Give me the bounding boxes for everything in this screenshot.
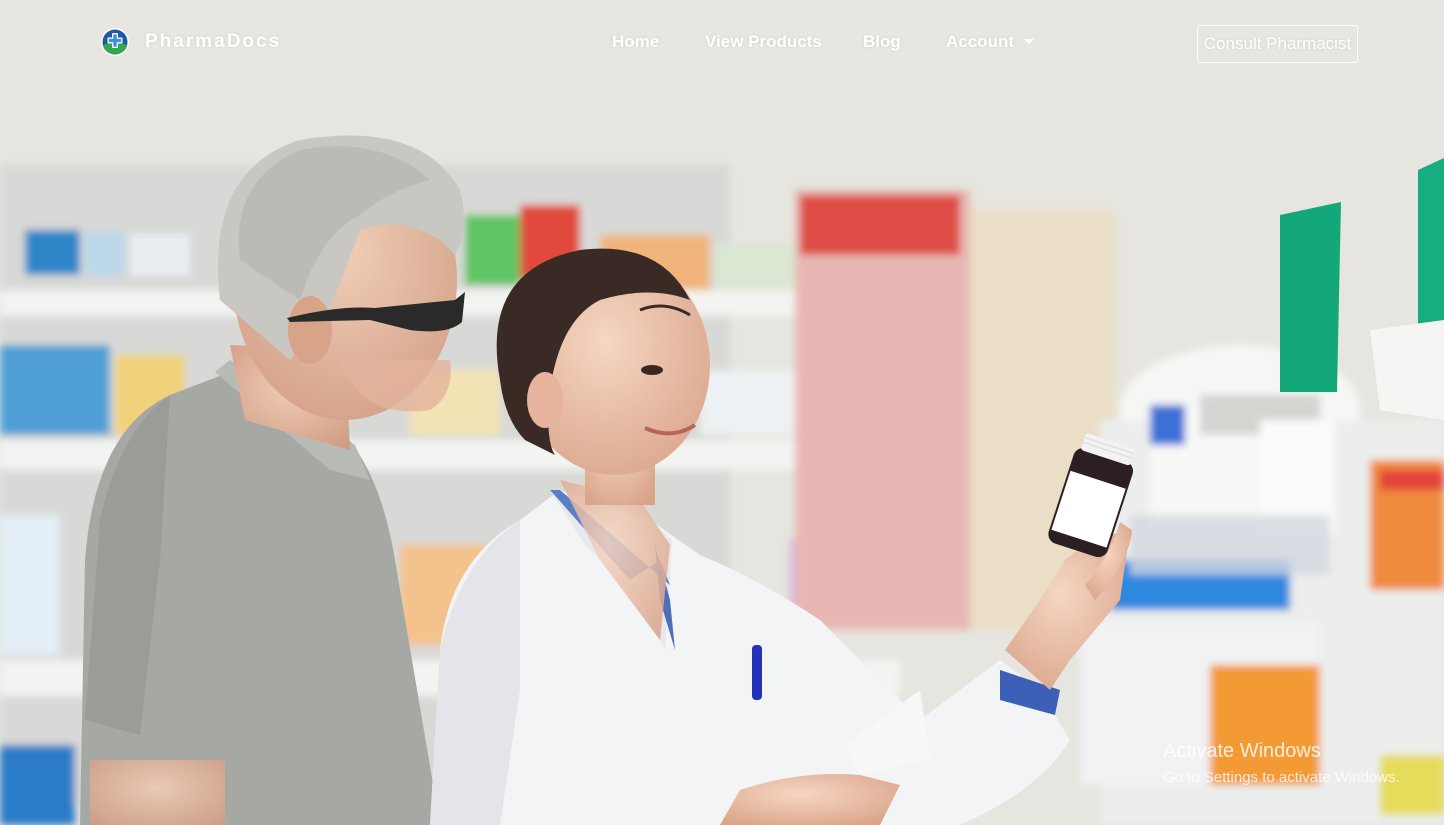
chevron-down-icon [1024, 39, 1034, 44]
watermark-title: Activate Windows [1163, 740, 1321, 762]
activate-windows-watermark: Activate Windows Go to Settings to activ… [1163, 740, 1400, 786]
nav-home[interactable]: Home [612, 32, 659, 52]
hero-photo [0, 0, 1444, 825]
top-navbar: PharmaDocs Home View Products Blog Accou… [0, 0, 1444, 88]
watermark-subtitle: Go to Settings to activate Windows. [1163, 769, 1400, 786]
brand-link[interactable]: PharmaDocs [100, 27, 281, 57]
brand-name: PharmaDocs [145, 31, 282, 52]
nav-view-products[interactable]: View Products [705, 32, 822, 52]
consult-pharmacist-button[interactable]: Consult Pharmacist [1197, 25, 1358, 63]
nav-account-dropdown[interactable]: Account [946, 32, 1034, 52]
hero-section: PharmaDocs Home View Products Blog Accou… [0, 0, 1444, 825]
medical-cross-globe-icon [101, 28, 129, 56]
nav-blog[interactable]: Blog [863, 32, 901, 52]
nav-account-label: Account [946, 32, 1014, 51]
